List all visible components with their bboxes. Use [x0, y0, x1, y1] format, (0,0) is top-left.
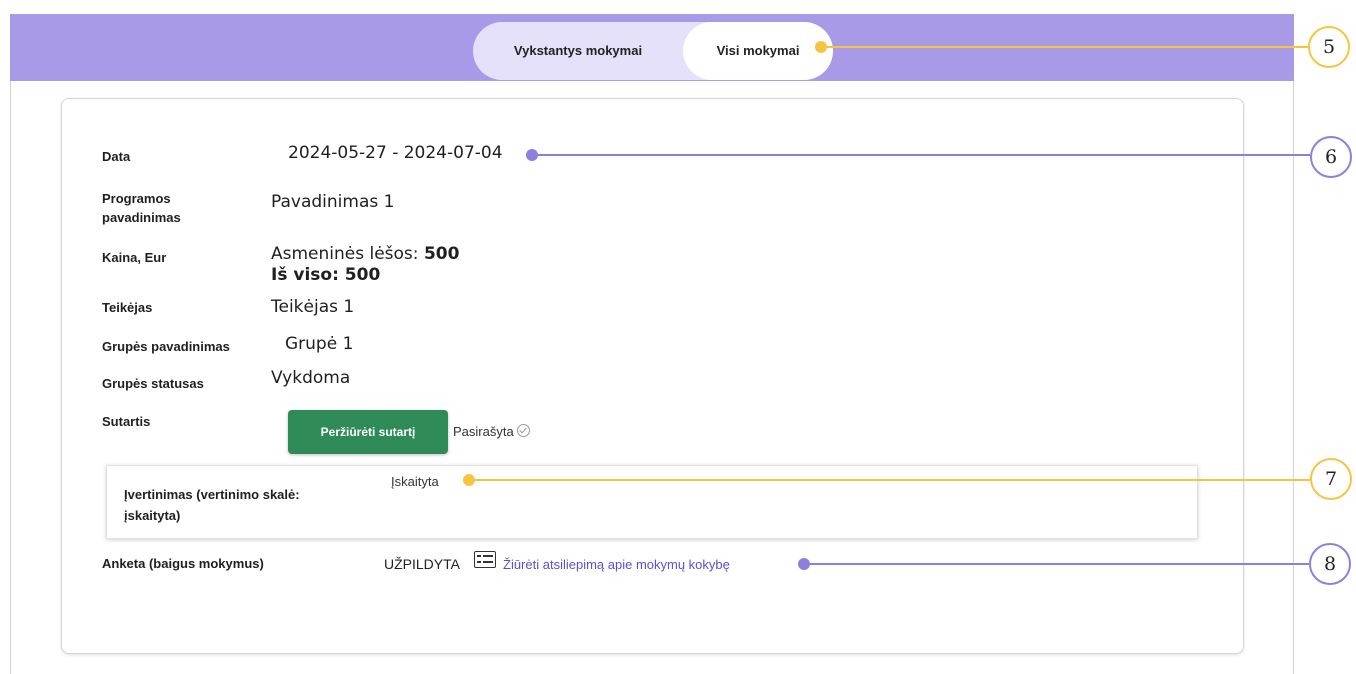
evaluation-value: Įskaityta [391, 474, 439, 489]
price-personal-label: Asmeninės lėšos: [271, 244, 424, 264]
evaluation-label: Įvertinimas (vertinimo skalė: įskaityta) [124, 484, 354, 526]
evaluation-box: Įvertinimas (vertinimo skalė: įskaityta)… [106, 465, 1198, 539]
callout-badge-7: 7 [1310, 458, 1352, 500]
callout-line-6 [537, 154, 1310, 156]
view-feedback-link[interactable]: Žiūrėti atsiliepimą apie mokymų kokybę [503, 557, 730, 572]
group-name-value: Grupė 1 [285, 334, 354, 354]
contract-status: Pasirašyta [453, 423, 530, 439]
price-value: Asmeninės lėšos: 500 Iš viso: 500 [271, 244, 459, 286]
callout-badge-6: 6 [1310, 136, 1352, 178]
checklist-icon [474, 551, 496, 568]
check-circle-icon [516, 424, 530, 437]
date-value: 2024-05-27 - 2024-07-04 [288, 143, 503, 163]
price-personal-value: 500 [423, 244, 460, 264]
callout-line-7 [474, 479, 1310, 481]
program-label: Programos pavadinimas [102, 189, 181, 227]
callout-badge-8: 8 [1309, 543, 1351, 585]
tab-ongoing-trainings[interactable]: Vykstantys mokymai [473, 22, 683, 80]
callout-badge-5: 5 [1308, 26, 1350, 68]
evaluation-label-line2: įskaityta) [124, 508, 181, 523]
program-value: Pavadinimas 1 [271, 192, 395, 212]
survey-status: UŽPILDYTA [384, 556, 460, 572]
group-status-label: Grupės statusas [102, 376, 204, 391]
group-name-label: Grupės pavadinimas [102, 339, 230, 354]
date-label: Data [102, 149, 131, 164]
program-label-line1: Programos [102, 191, 171, 206]
callout-line-8 [809, 563, 1309, 565]
contract-label: Sutartis [102, 414, 151, 429]
evaluation-label-line1: Įvertinimas (vertinimo skalė: [124, 487, 300, 502]
provider-value: Teikėjas 1 [271, 297, 355, 317]
tab-switcher: Vykstantys mokymai Visi mokymai [473, 22, 833, 80]
tab-all-trainings[interactable]: Visi mokymai [683, 22, 833, 80]
view-contract-button[interactable]: Peržiūrėti sutartį [288, 410, 448, 454]
price-label: Kaina, Eur [102, 250, 167, 265]
contract-status-text: Pasirašyta [453, 424, 514, 439]
price-total: Iš viso: 500 [271, 265, 381, 285]
callout-line-5 [826, 46, 1308, 48]
program-label-line2: pavadinimas [102, 210, 181, 225]
survey-label: Anketa (baigus mokymus) [102, 556, 264, 571]
group-status-value: Vykdoma [271, 368, 351, 388]
provider-label: Teikėjas [102, 300, 153, 315]
